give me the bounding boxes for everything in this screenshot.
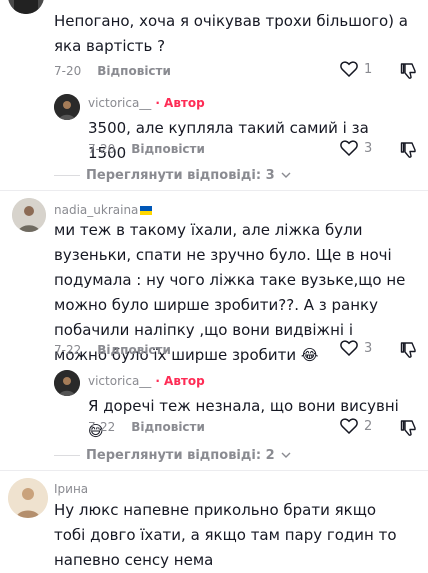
reply-button[interactable]: Відповісти	[97, 343, 171, 357]
thumbs-down-icon	[400, 342, 416, 358]
chevron-down-icon	[281, 172, 291, 178]
like-count: 2	[364, 418, 373, 434]
reply-button[interactable]: Відповісти	[131, 420, 205, 434]
thumbs-down-icon	[400, 142, 416, 158]
author-badge: · Автор	[155, 374, 205, 388]
author-badge: · Автор	[155, 96, 205, 110]
comment-date: 7-20	[54, 64, 82, 78]
dislike-button[interactable]	[400, 62, 418, 84]
dislike-button[interactable]	[400, 419, 418, 441]
like-button[interactable]: 2	[340, 418, 372, 434]
view-replies-label: Переглянути відповіді: 2	[86, 448, 275, 463]
heart-icon	[340, 340, 358, 356]
reply-button[interactable]: Відповісти	[131, 142, 205, 156]
heart-icon	[340, 61, 358, 77]
divider	[0, 190, 428, 191]
divider	[0, 470, 428, 471]
reply-button[interactable]: Відповісти	[97, 64, 171, 78]
dislike-button[interactable]	[400, 141, 418, 163]
ukraine-flag-icon	[140, 206, 153, 215]
thumbs-down-icon	[400, 63, 416, 79]
view-replies-button[interactable]: Переглянути відповіді: 2	[54, 448, 291, 463]
view-replies-button[interactable]: Переглянути відповіді: 3	[54, 168, 291, 183]
comment-username[interactable]: Ірина	[54, 482, 88, 496]
comment-text: Ну люкс напевне прикольно брати якщо тоб…	[54, 501, 397, 569]
reply-username[interactable]: victorica__ · Автор	[88, 374, 205, 388]
heart-icon	[340, 140, 358, 156]
like-count: 1	[364, 61, 373, 77]
view-replies-line	[54, 175, 80, 176]
heart-icon	[340, 418, 358, 434]
like-button[interactable]: 3	[340, 140, 372, 156]
reply-date: 7-20	[88, 142, 116, 156]
view-replies-line	[54, 455, 80, 456]
reply-meta: 7-22 Відповісти	[88, 420, 205, 434]
comment-text: Непогано, хоча я очікував трохи більшого…	[54, 12, 408, 55]
thumbs-down-icon	[400, 420, 416, 436]
comment-meta: 7-22 Відповісти	[54, 343, 171, 357]
like-count: 3	[364, 140, 373, 156]
comment-meta: 7-20 Відповісти	[54, 64, 171, 78]
avatar[interactable]	[8, 0, 44, 14]
like-count: 3	[364, 340, 373, 356]
reply-date: 7-22	[88, 420, 116, 434]
reply-meta: 7-20 Відповісти	[88, 142, 205, 156]
comment-date: 7-22	[54, 343, 82, 357]
view-replies-label: Переглянути відповіді: 3	[86, 168, 275, 183]
reply-avatar[interactable]	[54, 370, 80, 396]
chevron-down-icon	[281, 452, 291, 458]
reply-username[interactable]: victorica__ · Автор	[88, 96, 205, 110]
comment-username[interactable]: nadia_ukraina	[54, 203, 153, 217]
like-button[interactable]: 3	[340, 340, 372, 356]
reply-avatar[interactable]	[54, 94, 80, 120]
avatar[interactable]	[8, 478, 48, 518]
avatar[interactable]	[12, 198, 46, 232]
dislike-button[interactable]	[400, 341, 418, 363]
like-button[interactable]: 1	[340, 61, 372, 77]
